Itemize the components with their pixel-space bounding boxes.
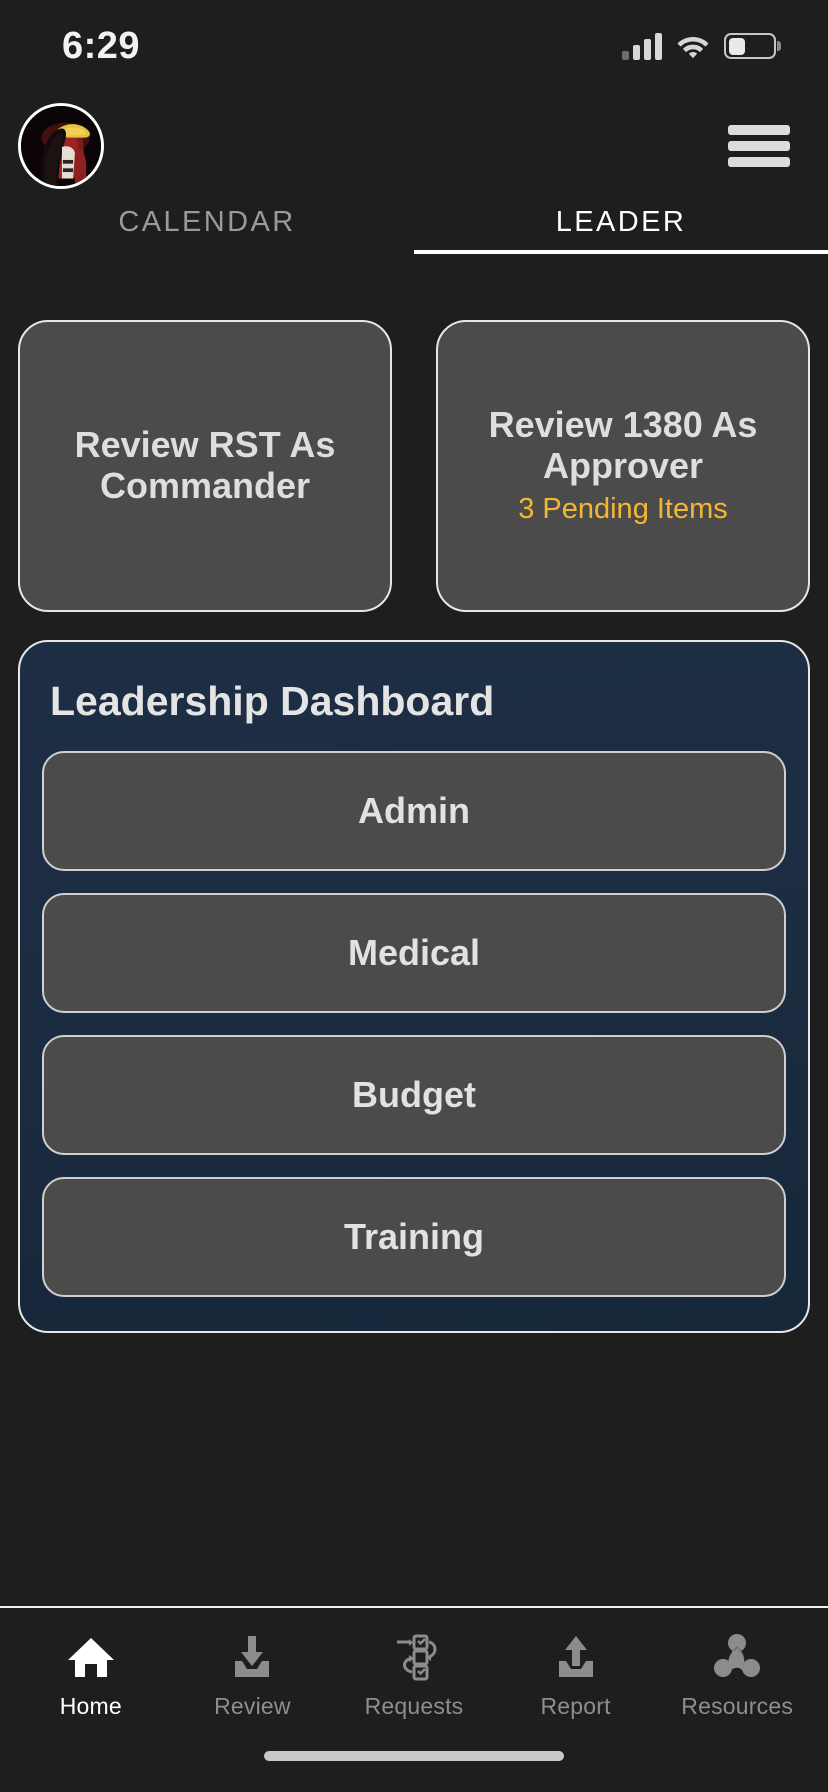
leadership-dashboard-panel: Leadership Dashboard Admin Medical Budge… <box>18 640 810 1333</box>
nav-label: Requests <box>364 1693 464 1719</box>
nav-item-resources[interactable]: Resources <box>656 1630 818 1720</box>
hamburger-menu-icon[interactable] <box>728 123 790 169</box>
quick-action-title: Review 1380 As Approver <box>488 403 758 486</box>
quick-action-card-rst[interactable]: Review RST As Commander <box>18 320 392 612</box>
quick-actions-row: Review RST As Commander Review 1380 As A… <box>18 320 810 612</box>
home-indicator-area <box>0 1720 828 1792</box>
dashboard-button-training[interactable]: Training <box>42 1177 786 1297</box>
quick-action-card-1380[interactable]: Review 1380 As Approver 3 Pending Items <box>436 320 810 612</box>
tab-calendar[interactable]: CALENDAR <box>0 200 414 278</box>
nav-label: Report <box>540 1693 611 1719</box>
nav-item-requests[interactable]: Requests <box>333 1630 495 1720</box>
nav-item-report[interactable]: Report <box>495 1630 657 1720</box>
status-bar: 6:29 <box>0 0 828 92</box>
nav-label: Resources <box>681 1693 794 1719</box>
workflow-icon <box>396 1634 437 1681</box>
nav-label: Review <box>214 1693 291 1719</box>
nav-label: Home <box>59 1693 122 1719</box>
bottom-navigation: Home Review Requests Report Resources <box>0 1606 828 1720</box>
nav-item-review[interactable]: Review <box>172 1630 334 1720</box>
quick-action-title: Review RST As Commander <box>74 424 336 506</box>
app-screen: 6:29 CALENDAR LEADER Review RST As Comma… <box>0 0 828 1792</box>
wifi-icon <box>677 37 709 59</box>
status-time: 6:29 <box>62 24 141 67</box>
inbox-download-icon <box>235 1636 270 1677</box>
pending-items-badge: 3 Pending Items <box>518 493 728 526</box>
nav-item-home[interactable]: Home <box>10 1630 172 1720</box>
tab-bar: CALENDAR LEADER <box>0 200 828 278</box>
avatar-image <box>21 106 101 186</box>
avatar[interactable] <box>18 103 104 189</box>
resources-recycle-icon <box>714 1634 761 1677</box>
dashboard-button-medical[interactable]: Medical <box>42 893 786 1013</box>
app-header <box>0 92 828 200</box>
inbox-upload-icon <box>558 1636 593 1677</box>
cellular-signal-icon <box>622 32 662 60</box>
main-content: Review RST As Commander Review 1380 As A… <box>0 278 828 1606</box>
battery-icon <box>724 33 776 59</box>
dashboard-button-admin[interactable]: Admin <box>42 751 786 871</box>
tab-leader[interactable]: LEADER <box>414 200 828 278</box>
home-icon <box>67 1638 114 1677</box>
dashboard-title: Leadership Dashboard <box>50 678 495 724</box>
status-indicators <box>622 32 776 60</box>
dashboard-button-budget[interactable]: Budget <box>42 1035 786 1155</box>
home-indicator[interactable] <box>264 1751 564 1761</box>
